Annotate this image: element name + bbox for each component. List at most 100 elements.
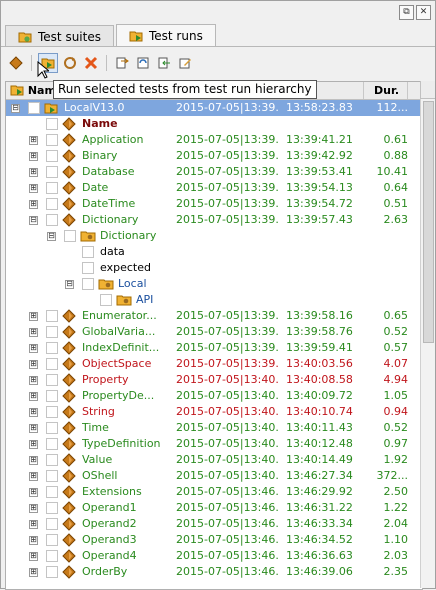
row-checkbox[interactable] — [46, 134, 58, 146]
tab-test-runs[interactable]: Test runs — [115, 24, 216, 47]
row-checkbox[interactable] — [46, 198, 58, 210]
expand-icon[interactable]: ⊞ — [29, 488, 38, 497]
tree-row[interactable]: ⊟ LocalV13.0 2015-07-05|13:39... 13:58:23.8… — [6, 100, 422, 116]
tree-row[interactable]: API — [6, 292, 422, 308]
expand-icon[interactable]: ⊞ — [29, 376, 38, 385]
row-checkbox[interactable] — [46, 150, 58, 162]
tree-row[interactable]: ⊞ Binary 2015-07-05|13:39... 13:39:42.92 0.8… — [6, 148, 422, 164]
tree-row[interactable]: ⊞ Operand3 2015-07-05|13:46... 13:46:34.52 1… — [6, 532, 422, 548]
row-checkbox[interactable] — [46, 438, 58, 450]
tree-row[interactable]: ⊞ DateTime 2015-07-05|13:39... 13:39:54.72 0… — [6, 196, 422, 212]
expand-icon[interactable]: ⊞ — [29, 520, 38, 529]
tree-row[interactable]: ⊟ Dictionary 2015-07-05|13:39... 13:39:57.4… — [6, 212, 422, 228]
row-checkbox[interactable] — [28, 102, 40, 114]
row-checkbox[interactable] — [46, 310, 58, 322]
expand-icon[interactable]: ⊞ — [29, 360, 38, 369]
tree-row[interactable]: ⊞ TypeDefinition 2015-07-05|13:40... 13:40:… — [6, 436, 422, 452]
row-checkbox[interactable] — [46, 422, 58, 434]
tree-row[interactable]: ⊞ GlobalVaria... 2015-07-05|13:39... 13:39:… — [6, 324, 422, 340]
row-checkbox[interactable] — [46, 326, 58, 338]
tree-row[interactable]: ⊞ Value 2015-07-05|13:40... 13:40:14.49 1.92 — [6, 452, 422, 468]
expand-icon[interactable]: ⊞ — [29, 536, 38, 545]
export-icon[interactable] — [113, 54, 131, 72]
tree-row[interactable]: ⊞ String 2015-07-05|13:40... 13:40:10.74 0.9… — [6, 404, 422, 420]
expand-icon[interactable]: ⊞ — [29, 200, 38, 209]
expand-icon[interactable]: ⊞ — [29, 392, 38, 401]
tab-test-suites[interactable]: Test suites — [5, 25, 114, 47]
expand-icon[interactable]: ⊞ — [29, 568, 38, 577]
expand-icon[interactable]: ⊞ — [29, 328, 38, 337]
row-checkbox[interactable] — [46, 342, 58, 354]
row-checkbox[interactable] — [46, 486, 58, 498]
tree-row[interactable]: ⊟ Local — [6, 276, 422, 292]
edit-icon[interactable] — [176, 54, 194, 72]
expand-icon[interactable]: ⊞ — [29, 456, 38, 465]
row-checkbox[interactable] — [46, 454, 58, 466]
tree-row[interactable]: ⊞ Database 2015-07-05|13:39... 13:39:53.41 1… — [6, 164, 422, 180]
tree-row[interactable]: ⊞ Date 2015-07-05|13:39... 13:39:54.13 0.64 — [6, 180, 422, 196]
tree-row[interactable]: ⊞ Extensions 2015-07-05|13:46... 13:46:29.9… — [6, 484, 422, 500]
test-run-tree[interactable]: Name Dur. ⊟ LocalV13.0 2015-07-05|13:39...… — [5, 81, 423, 590]
expand-icon[interactable]: ⊞ — [29, 504, 38, 513]
row-checkbox[interactable] — [46, 214, 58, 226]
tree-row[interactable]: ⊞ Operand2 2015-07-05|13:46... 13:46:33.34 2… — [6, 516, 422, 532]
row-checkbox[interactable] — [46, 550, 58, 562]
delete-icon[interactable] — [82, 54, 100, 72]
tree-row[interactable]: data — [6, 244, 422, 260]
tree-row[interactable]: ⊞ Time 2015-07-05|13:40... 13:40:11.43 0.52 — [6, 420, 422, 436]
row-checkbox[interactable] — [46, 166, 58, 178]
row-checkbox[interactable] — [100, 294, 112, 306]
collapse-icon[interactable]: ⊟ — [65, 280, 74, 289]
expand-icon[interactable]: ⊞ — [29, 168, 38, 177]
tree-row[interactable]: ⊞ PropertyDe... 2015-07-05|13:40... 13:40:0… — [6, 388, 422, 404]
collapse-icon[interactable]: ⊟ — [11, 104, 20, 113]
row-checkbox[interactable] — [46, 518, 58, 530]
expand-icon[interactable]: ⊞ — [29, 408, 38, 417]
collapse-icon[interactable]: ⊟ — [29, 216, 38, 225]
collapse-icon[interactable]: ⊟ — [47, 232, 56, 241]
import-icon[interactable] — [155, 54, 173, 72]
expand-icon[interactable]: ⊞ — [29, 424, 38, 433]
tree-row[interactable]: ⊞ OrderBy 2015-07-05|13:46... 13:46:39.06 2.… — [6, 564, 422, 580]
row-checkbox[interactable] — [46, 118, 58, 130]
expand-icon[interactable]: ⊞ — [29, 136, 38, 145]
row-checkbox[interactable] — [46, 358, 58, 370]
row-checkbox[interactable] — [46, 502, 58, 514]
row-checkbox[interactable] — [46, 374, 58, 386]
expand-icon[interactable]: ⊞ — [29, 184, 38, 193]
row-checkbox[interactable] — [46, 390, 58, 402]
expand-icon[interactable]: ⊞ — [29, 440, 38, 449]
row-checkbox[interactable] — [46, 182, 58, 194]
tree-row[interactable]: ⊟ Dictionary — [6, 228, 422, 244]
refresh-icon[interactable] — [61, 54, 79, 72]
tree-row[interactable]: ⊞ Operand1 2015-07-05|13:46... 13:46:31.22 1… — [6, 500, 422, 516]
vertical-scrollbar[interactable] — [420, 99, 435, 588]
tree-row[interactable]: expected — [6, 260, 422, 276]
tree-row[interactable]: ⊞ Operand4 2015-07-05|13:46... 13:46:36.63 2… — [6, 548, 422, 564]
tree-row[interactable]: ⊞ IndexDefinit... 2015-07-05|13:39... 13:39… — [6, 340, 422, 356]
row-checkbox[interactable] — [46, 470, 58, 482]
row-checkbox[interactable] — [46, 566, 58, 578]
row-checkbox[interactable] — [46, 406, 58, 418]
tree-row[interactable]: ⊞ Property 2015-07-05|13:40... 13:40:08.58 4… — [6, 372, 422, 388]
tree-row[interactable]: ⊞ OShell 2015-07-05|13:40... 13:46:27.34 372… — [6, 468, 422, 484]
row-checkbox[interactable] — [64, 230, 76, 242]
row-checkbox[interactable] — [46, 534, 58, 546]
row-checkbox[interactable] — [82, 246, 94, 258]
close-icon[interactable]: ✕ — [416, 5, 431, 20]
expand-icon[interactable]: ⊞ — [29, 344, 38, 353]
column-duration[interactable]: Dur. — [370, 82, 408, 99]
reload-icon[interactable] — [134, 54, 152, 72]
expand-icon[interactable]: ⊞ — [29, 472, 38, 481]
tree-row[interactable]: Name — [6, 116, 422, 132]
tree-row[interactable]: ⊞ Application 2015-07-05|13:39... 13:39:41.… — [6, 132, 422, 148]
expand-icon[interactable]: ⊞ — [29, 552, 38, 561]
expand-icon[interactable]: ⊞ — [29, 152, 38, 161]
restore-icon[interactable]: ⧉ — [399, 5, 414, 20]
expand-icon[interactable]: ⊞ — [29, 312, 38, 321]
tree-row[interactable]: ⊞ Enumerator... 2015-07-05|13:39... 13:39:5… — [6, 308, 422, 324]
row-checkbox[interactable] — [82, 278, 94, 290]
tree-row[interactable]: ⊞ ObjectSpace 2015-07-05|13:39... 13:40:03.… — [6, 356, 422, 372]
scrollbar-thumb[interactable] — [423, 101, 434, 343]
run-icon[interactable] — [7, 54, 25, 72]
